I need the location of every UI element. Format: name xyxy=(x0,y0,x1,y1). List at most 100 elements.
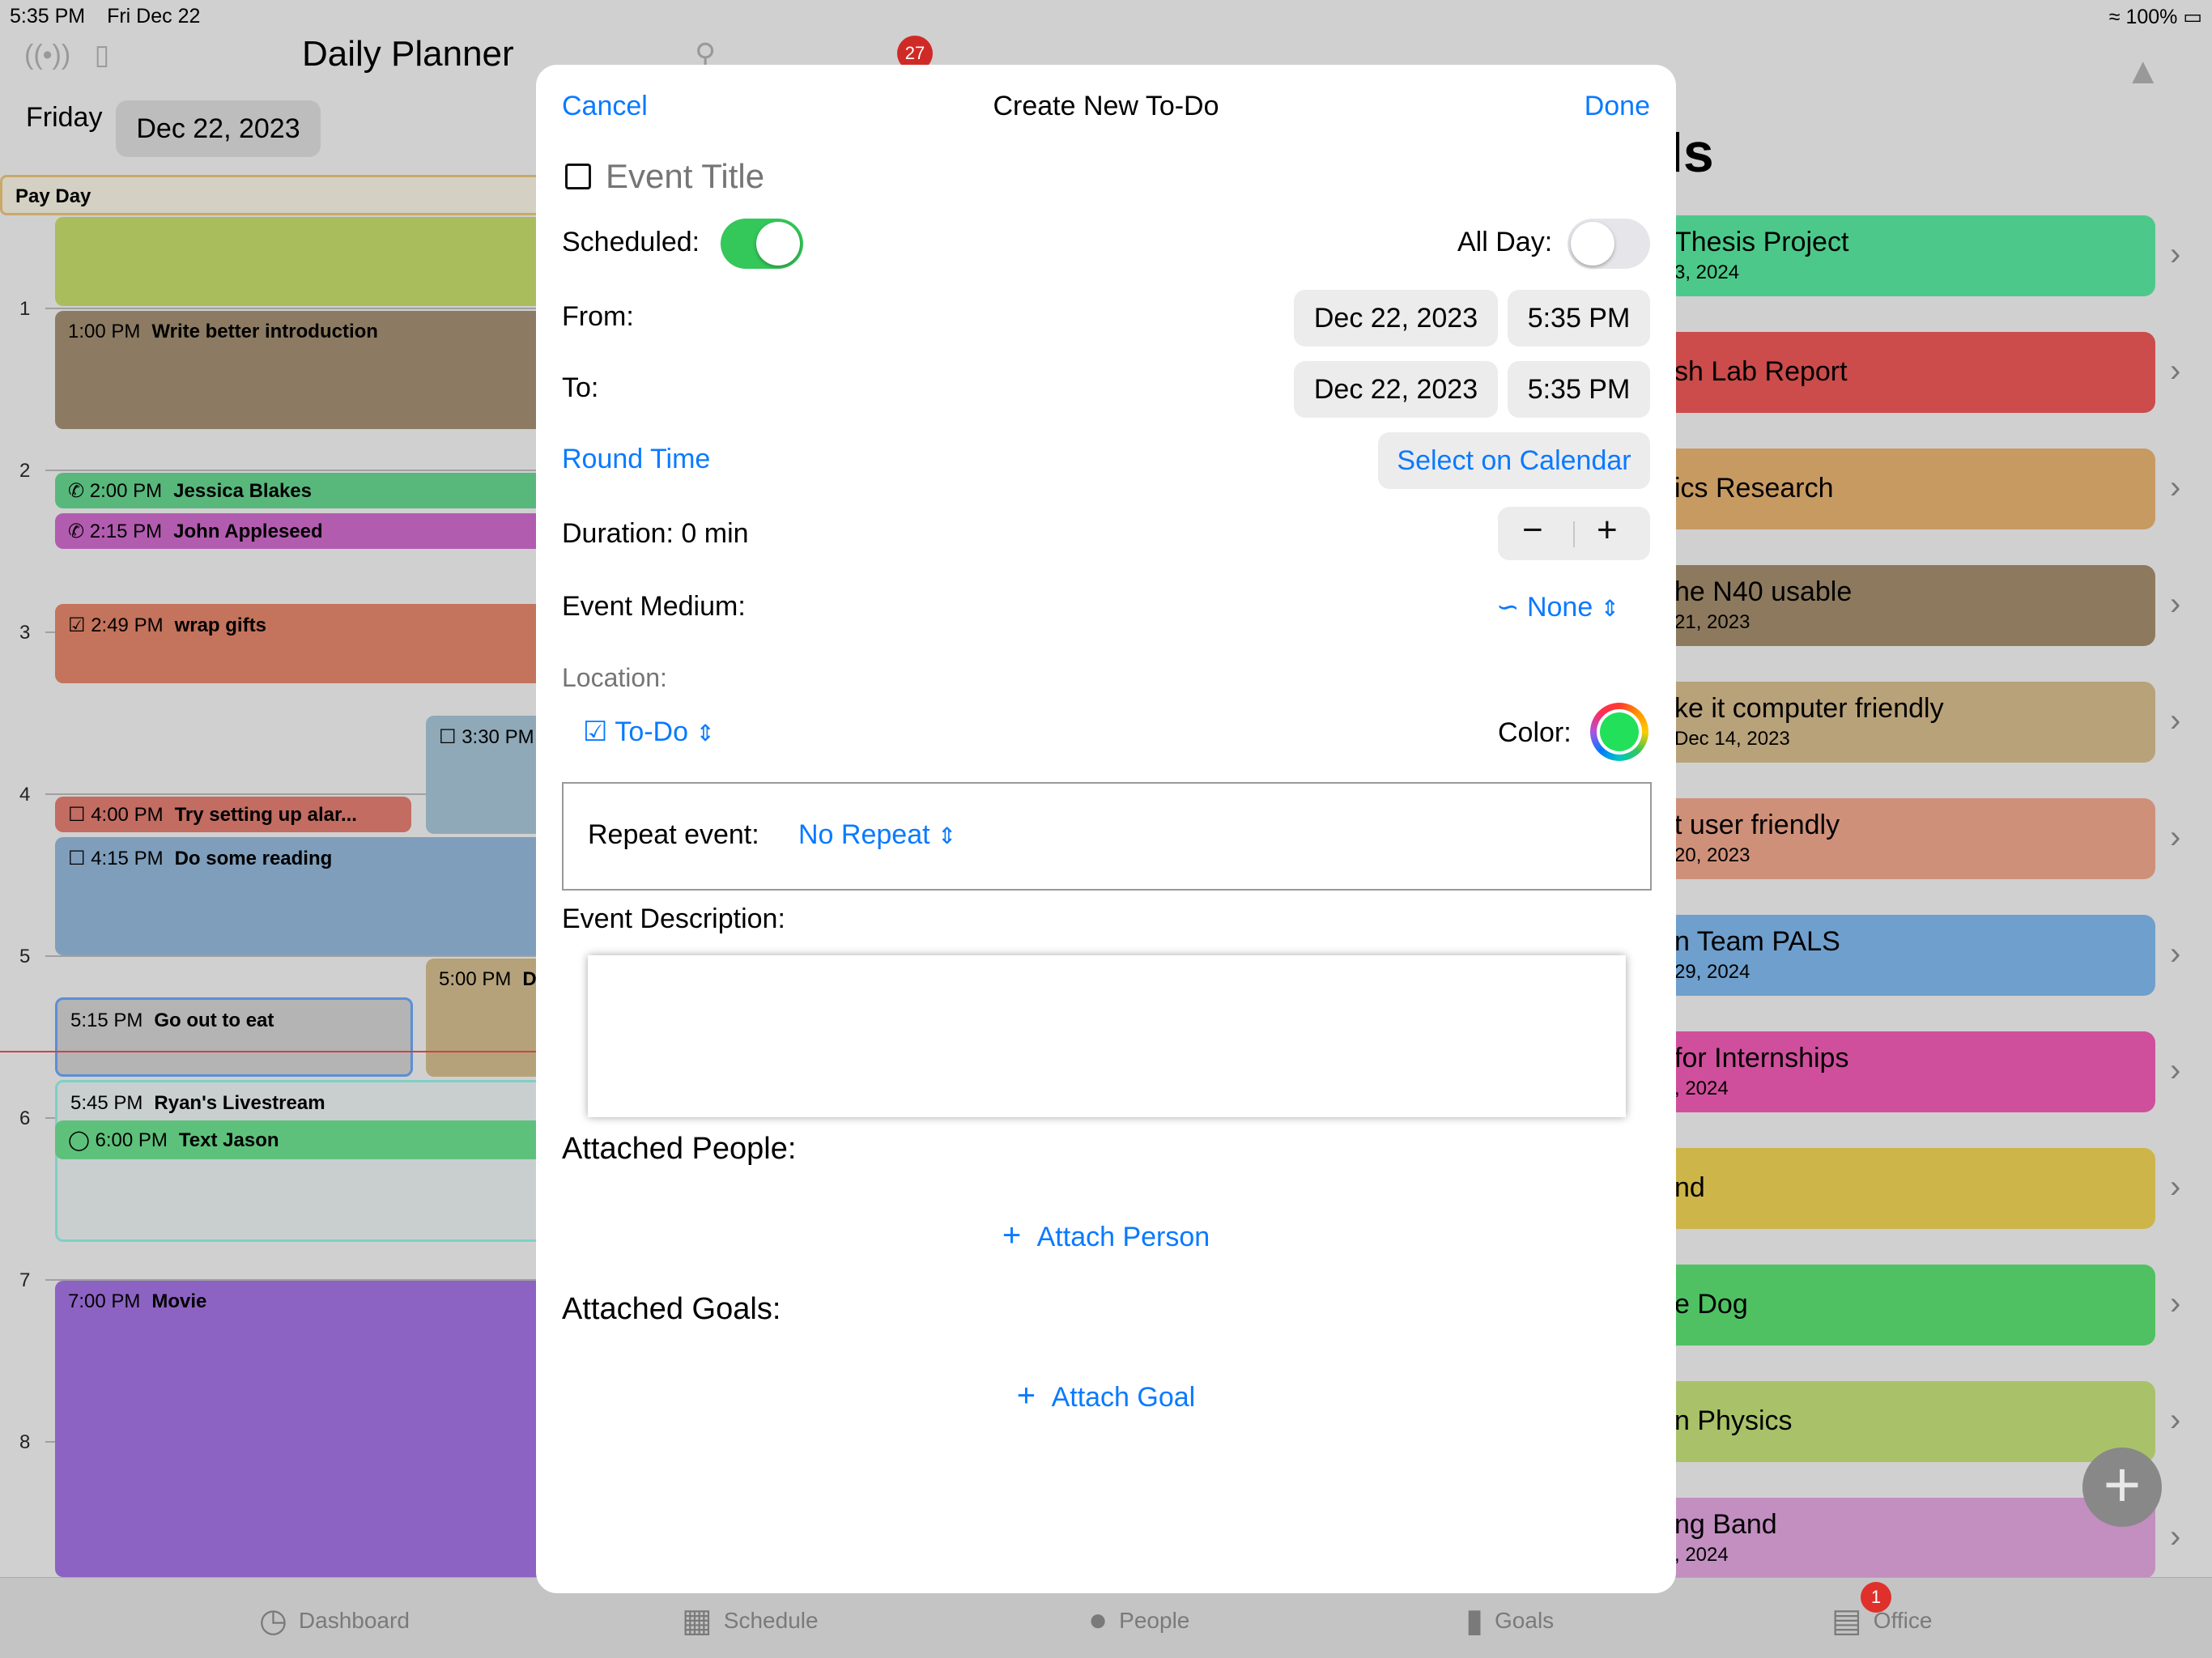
chevron-right-icon[interactable]: › xyxy=(2170,236,2180,273)
chevron-right-icon[interactable]: › xyxy=(2170,1052,2180,1089)
calendar-event[interactable]: ☐ 3:30 PM xyxy=(426,716,551,834)
event-type-picker[interactable]: ☑ To-Do ⇕ xyxy=(583,716,715,748)
to-date-picker[interactable]: Dec 22, 2023 xyxy=(1294,361,1498,418)
checkbox-icon[interactable]: ☐ xyxy=(439,726,457,748)
attached-people-label: Attached People: xyxy=(562,1132,797,1166)
calendar-event[interactable]: ☐ 4:00 PM Try setting up alar... xyxy=(55,797,411,832)
tab-schedule[interactable]: ▦ Schedule xyxy=(682,1602,819,1639)
planner-date-picker[interactable]: Dec 22, 2023 xyxy=(116,100,321,157)
color-picker[interactable] xyxy=(1590,703,1648,761)
chevron-right-icon[interactable]: › xyxy=(2170,1402,2180,1439)
duration-label: Duration: 0 min xyxy=(562,518,749,549)
round-time-button[interactable]: Round Time xyxy=(562,444,710,475)
to-label: To: xyxy=(562,372,599,403)
calendar-event[interactable]: ☐ 4:15 PM Do some reading xyxy=(55,837,551,955)
chevron-up-down-icon: ⇕ xyxy=(696,721,715,746)
chevron-up-down-icon: ⇕ xyxy=(938,823,957,848)
tab-goals[interactable]: ▮ Goals xyxy=(1465,1602,1554,1639)
minus-icon[interactable]: − xyxy=(1522,510,1543,551)
scheduled-toggle[interactable] xyxy=(721,219,803,269)
select-on-calendar-button[interactable]: Select on Calendar xyxy=(1378,432,1650,489)
message-icon: ◯ xyxy=(68,1129,90,1151)
calendar-event[interactable]: ✆ 2:15 PM John Appleseed xyxy=(55,513,551,549)
plus-icon[interactable]: + xyxy=(1597,510,1618,551)
phone-icon: ✆ xyxy=(68,480,85,502)
broadcast-icon[interactable]: ((•)) xyxy=(24,40,70,70)
hour-divider xyxy=(45,955,547,957)
calendar-event[interactable]: ☑ 2:49 PM wrap gifts xyxy=(55,604,551,683)
to-time-picker[interactable]: 5:35 PM xyxy=(1508,361,1650,418)
description-textarea[interactable] xyxy=(588,955,1626,1117)
battery-level: 100% xyxy=(2125,6,2178,28)
plus-icon: + xyxy=(1016,1378,1036,1414)
checkbox-icon[interactable]: ☐ xyxy=(68,804,86,826)
calendar-event[interactable]: 5:15 PM Go out to eat xyxy=(55,997,413,1077)
status-date: Fri Dec 22 xyxy=(107,5,201,28)
calendar-icon: ▦ xyxy=(682,1603,713,1639)
hour-label: 4 xyxy=(19,784,31,806)
battery-icon: ▭ xyxy=(2183,6,2202,28)
calendar-event[interactable]: 5:00 PM D xyxy=(426,959,551,1077)
attach-person-button[interactable]: + Attach Person xyxy=(536,1218,1676,1254)
chevron-right-icon[interactable]: › xyxy=(2170,1169,2180,1205)
from-label: From: xyxy=(562,301,634,332)
plus-icon: + xyxy=(1002,1218,1022,1253)
gauge-icon: ◷ xyxy=(259,1603,287,1639)
chevron-right-icon[interactable]: › xyxy=(2170,470,2180,506)
chevron-up-down-icon: ⇕ xyxy=(1600,596,1620,621)
location-input[interactable] xyxy=(562,657,1647,698)
event-title-input[interactable] xyxy=(606,152,1618,201)
chevron-right-icon[interactable]: › xyxy=(2170,1286,2180,1322)
goals-icon: ▮ xyxy=(1465,1603,1484,1639)
chevron-right-icon[interactable]: › xyxy=(2170,819,2180,856)
status-bar: 5:35 PM Fri Dec 22 ≈ 100% ▭ xyxy=(0,0,2212,36)
tab-people[interactable]: ● People xyxy=(1088,1602,1189,1639)
books-icon: ▤ xyxy=(1831,1603,1862,1639)
battery-widget-icon[interactable]: ▯ xyxy=(95,40,110,70)
from-time-picker[interactable]: 5:35 PM xyxy=(1508,290,1650,346)
chevron-right-icon[interactable]: › xyxy=(2170,353,2180,389)
checkbox-icon[interactable]: ☐ xyxy=(68,848,86,869)
done-button[interactable]: Done xyxy=(1585,91,1650,122)
phone-icon: ✆ xyxy=(68,521,85,542)
event-medium-label: Event Medium: xyxy=(562,591,746,622)
calendar-event[interactable]: ◯ 6:00 PM Text Jason xyxy=(55,1120,551,1159)
calendar-event[interactable]: 5:45 PM Ryan's Livestream xyxy=(55,1080,551,1242)
planner-toolbar-icons: ((•)) ▯ xyxy=(24,39,109,71)
chevron-right-icon[interactable]: › xyxy=(2170,586,2180,623)
status-time: 5:35 PM xyxy=(10,5,86,28)
wifi-icon: ≈ xyxy=(2108,6,2121,28)
all-day-event[interactable]: Pay Day xyxy=(0,175,551,215)
tab-dashboard[interactable]: ◷ Dashboard xyxy=(259,1602,410,1639)
planner-title: Daily Planner xyxy=(302,34,514,74)
create-todo-modal: Cancel Create New To-Do Done Scheduled: … xyxy=(536,65,1676,1593)
chevron-right-icon[interactable]: › xyxy=(2170,1519,2180,1555)
hour-label: 3 xyxy=(19,622,31,644)
event-medium-picker[interactable]: ∽ None ⇕ xyxy=(1496,591,1619,623)
person-icon: ● xyxy=(1088,1602,1108,1638)
calendar-event[interactable] xyxy=(55,217,551,306)
all-day-toggle[interactable] xyxy=(1568,219,1650,269)
scheduled-label: Scheduled: xyxy=(562,227,700,257)
selected-color-swatch xyxy=(1600,712,1639,751)
duration-stepper[interactable]: − + xyxy=(1498,507,1650,560)
calendar-event[interactable]: 7:00 PM Movie xyxy=(55,1281,551,1577)
hour-label: 1 xyxy=(19,298,31,320)
add-goal-button[interactable]: + xyxy=(2082,1448,2162,1527)
color-label: Color: xyxy=(1498,717,1572,748)
calendar-event[interactable]: ✆ 2:00 PM Jessica Blakes xyxy=(55,473,551,508)
hour-label: 5 xyxy=(19,946,31,967)
chevron-right-icon[interactable]: › xyxy=(2170,936,2180,972)
toggle-knob xyxy=(756,222,800,266)
repeat-picker[interactable]: No Repeat ⇕ xyxy=(798,819,956,851)
chevron-right-icon[interactable]: › xyxy=(2170,703,2180,739)
hour-label: 2 xyxy=(19,460,31,482)
all-day-label: All Day: xyxy=(1457,227,1553,257)
attach-goal-button[interactable]: + Attach Goal xyxy=(536,1378,1676,1414)
calendar-event[interactable]: 1:00 PM Write better introduction xyxy=(55,311,551,429)
graduation-cap-icon[interactable]: ▲ xyxy=(2125,49,2162,92)
checkbox-icon[interactable]: ☑ xyxy=(68,614,86,636)
from-date-picker[interactable]: Dec 22, 2023 xyxy=(1294,290,1498,346)
checklist-icon: ☑ xyxy=(583,716,608,747)
completed-checkbox[interactable] xyxy=(565,164,591,189)
